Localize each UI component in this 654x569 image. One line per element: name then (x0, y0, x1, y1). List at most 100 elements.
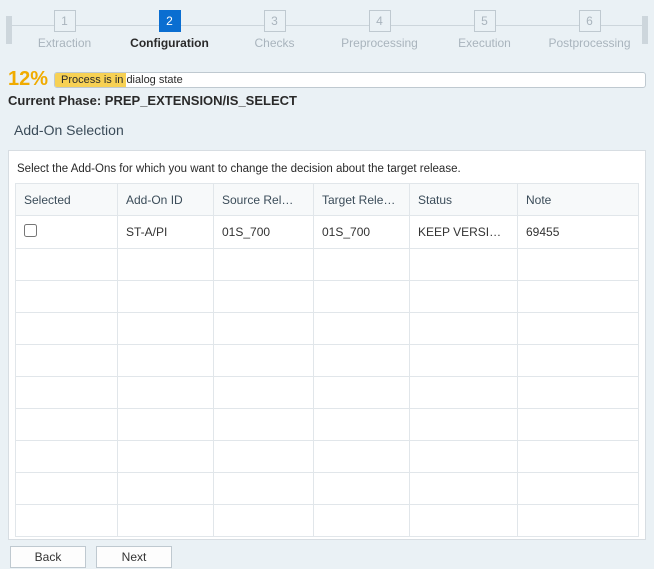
empty-cell (518, 409, 639, 441)
empty-cell (118, 249, 214, 281)
table-row-empty (16, 505, 639, 537)
progress-row: 12% Process is in dialog state (0, 68, 654, 91)
step-number: 2 (159, 10, 181, 32)
step-execution[interactable]: 5 Execution (432, 10, 537, 50)
empty-cell (410, 441, 518, 473)
step-number: 3 (264, 10, 286, 32)
empty-cell (518, 345, 639, 377)
step-extraction[interactable]: 1 Extraction (12, 10, 117, 50)
col-header-source-rel[interactable]: Source Rel… (214, 184, 314, 216)
table-header-row: Selected Add-On ID Source Rel… Target Re… (16, 184, 639, 216)
empty-cell (118, 473, 214, 505)
step-label: Postprocessing (537, 36, 642, 50)
step-label: Preprocessing (327, 36, 432, 50)
empty-cell (16, 313, 118, 345)
panel-hint: Select the Add-Ons for which you want to… (15, 159, 639, 183)
step-preprocessing[interactable]: 4 Preprocessing (327, 10, 432, 50)
empty-cell (214, 345, 314, 377)
empty-cell (518, 441, 639, 473)
empty-cell (16, 409, 118, 441)
table-row[interactable]: ST-A/PI 01S_700 01S_700 KEEP VERSI… 6945… (16, 216, 639, 249)
empty-cell (410, 377, 518, 409)
progress-status-text: Process is in dialog state (61, 73, 183, 87)
empty-cell (518, 281, 639, 313)
empty-cell (214, 505, 314, 537)
empty-cell (314, 249, 410, 281)
empty-cell (314, 345, 410, 377)
empty-cell (118, 441, 214, 473)
empty-cell (518, 473, 639, 505)
progress-percent: 12% (8, 68, 48, 91)
table-row-empty (16, 409, 639, 441)
empty-cell (16, 249, 118, 281)
empty-cell (314, 313, 410, 345)
step-number: 6 (579, 10, 601, 32)
empty-cell (214, 473, 314, 505)
table-row-empty (16, 377, 639, 409)
empty-cell (118, 377, 214, 409)
empty-cell (118, 281, 214, 313)
empty-cell (410, 313, 518, 345)
cell-selected[interactable] (16, 216, 118, 249)
table-row-empty (16, 249, 639, 281)
step-label: Configuration (117, 36, 222, 50)
current-phase: Current Phase: PREP_EXTENSION/IS_SELECT (0, 91, 654, 116)
empty-cell (410, 473, 518, 505)
empty-cell (16, 345, 118, 377)
empty-cell (16, 281, 118, 313)
col-header-target-rel[interactable]: Target Rele… (314, 184, 410, 216)
cell-addon-id: ST-A/PI (118, 216, 214, 249)
empty-cell (314, 281, 410, 313)
step-label: Checks (222, 36, 327, 50)
empty-cell (314, 505, 410, 537)
cell-note: 69455 (518, 216, 639, 249)
table-row-empty (16, 441, 639, 473)
empty-cell (118, 409, 214, 441)
step-number: 4 (369, 10, 391, 32)
empty-cell (16, 377, 118, 409)
table-row-empty (16, 473, 639, 505)
col-header-note[interactable]: Note (518, 184, 639, 216)
empty-cell (518, 313, 639, 345)
empty-cell (16, 505, 118, 537)
empty-cell (214, 377, 314, 409)
back-button[interactable]: Back (10, 546, 86, 568)
step-number: 5 (474, 10, 496, 32)
empty-cell (410, 281, 518, 313)
empty-cell (214, 313, 314, 345)
empty-cell (118, 345, 214, 377)
step-label: Execution (432, 36, 537, 50)
empty-cell (410, 345, 518, 377)
stepper-edge-right (642, 16, 648, 44)
step-checks[interactable]: 3 Checks (222, 10, 327, 50)
empty-cell (314, 377, 410, 409)
step-postprocessing[interactable]: 6 Postprocessing (537, 10, 642, 50)
table-row-empty (16, 281, 639, 313)
section-title: Add-On Selection (0, 116, 654, 150)
addon-selection-panel: Select the Add-Ons for which you want to… (8, 150, 646, 540)
cell-status: KEEP VERSI… (410, 216, 518, 249)
empty-cell (214, 441, 314, 473)
wizard-stepper: 1 Extraction 2 Configuration 3 Checks 4 … (0, 0, 654, 68)
empty-cell (410, 409, 518, 441)
progress-bar: Process is in dialog state (54, 72, 646, 88)
step-label: Extraction (12, 36, 117, 50)
step-configuration[interactable]: 2 Configuration (117, 10, 222, 50)
col-header-addon-id[interactable]: Add-On ID (118, 184, 214, 216)
table-row-empty (16, 345, 639, 377)
empty-cell (118, 505, 214, 537)
cell-source-rel: 01S_700 (214, 216, 314, 249)
col-header-status[interactable]: Status (410, 184, 518, 216)
empty-cell (314, 473, 410, 505)
empty-cell (118, 313, 214, 345)
empty-cell (410, 505, 518, 537)
empty-cell (214, 409, 314, 441)
empty-cell (518, 249, 639, 281)
addon-table: Selected Add-On ID Source Rel… Target Re… (15, 183, 639, 537)
empty-cell (214, 281, 314, 313)
col-header-selected[interactable]: Selected (16, 184, 118, 216)
next-button[interactable]: Next (96, 546, 172, 568)
select-checkbox[interactable] (24, 224, 37, 237)
footer-buttons: Back Next (10, 546, 172, 568)
empty-cell (518, 377, 639, 409)
